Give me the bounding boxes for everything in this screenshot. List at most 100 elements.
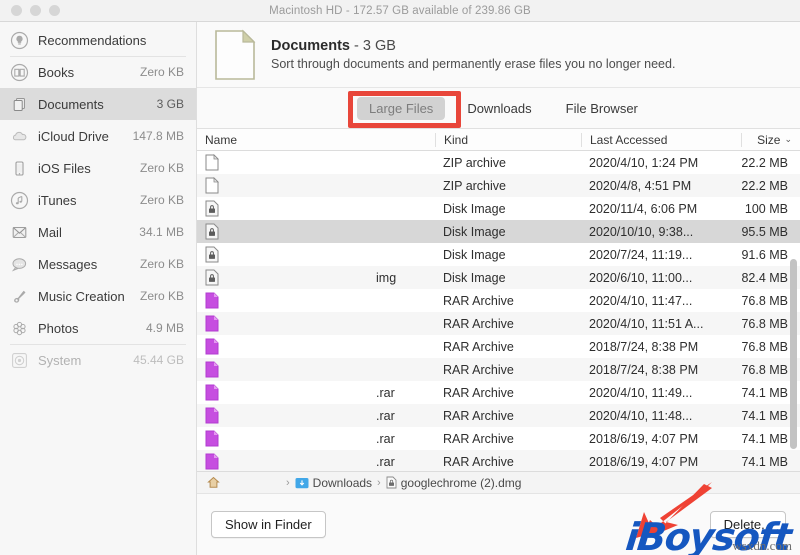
table-row[interactable]: Disk Image 2020/10/10, 9:38... 95.5 MB — [197, 220, 800, 243]
table-row[interactable]: RAR Archive 2020/4/10, 11:47... 76.8 MB — [197, 289, 800, 312]
rar-icon — [205, 453, 219, 470]
sidebar-item-messages[interactable]: Messages Zero KB — [0, 248, 196, 280]
cell-kind: Disk Image — [443, 224, 506, 239]
breadcrumb-home[interactable] — [207, 476, 220, 489]
window-body: Recommendations Books Zero KB Documents … — [0, 22, 800, 555]
sidebar-item-label: Books — [38, 64, 75, 80]
rar-icon — [205, 338, 219, 355]
breadcrumb-separator: › — [286, 476, 290, 489]
title-bar: Macintosh HD - 172.57 GB available of 23… — [0, 0, 800, 22]
table-row[interactable]: ZIP archive 2020/4/8, 4:51 PM 122.2 MB — [197, 174, 800, 197]
cell-name: .rar — [197, 407, 435, 424]
column-header-last-accessed[interactable]: Last Accessed — [581, 132, 741, 147]
sidebar-item-ios-files[interactable]: iOS Files Zero KB — [0, 152, 196, 184]
cell-kind: RAR Archive — [443, 431, 514, 446]
cell-name: .rar — [197, 384, 435, 401]
sidebar-item-label: Music Creation — [38, 288, 125, 304]
footer-bar: Show in Finder Delete... iBoysoft wsxdn.… — [197, 482, 800, 555]
chat-bubble-icon — [10, 255, 29, 274]
breadcrumb-downloads[interactable]: Downloads — [295, 476, 372, 490]
table-row[interactable]: .rar RAR Archive 2018/6/19, 4:07 PM 74.1 MB — [197, 427, 800, 450]
sidebar-item-label: iCloud Drive — [38, 128, 109, 144]
tab-file-browser[interactable]: File Browser — [554, 97, 650, 120]
cell-last-accessed: 2020/11/4, 6:06 PM — [589, 201, 698, 216]
sidebar-item-books[interactable]: Books Zero KB — [0, 56, 196, 88]
sidebar-item-photos[interactable]: Photos 4.9 MB — [0, 312, 196, 344]
sidebar-item-size: Zero KB — [139, 161, 184, 175]
doc-generic-icon — [205, 154, 219, 171]
table-row[interactable]: img Disk Image 2020/6/10, 11:00... 82.4 MB — [197, 266, 800, 289]
cell-name — [197, 315, 435, 332]
cell-kind: RAR Archive — [443, 362, 514, 377]
cell-size: 74.1 MB — [741, 454, 788, 469]
tab-downloads[interactable]: Downloads — [455, 97, 543, 120]
sidebar-item-recommendations[interactable]: Recommendations — [0, 24, 196, 56]
table-row[interactable]: .rar RAR Archive 2020/4/10, 11:48... 74.1 M… — [197, 404, 800, 427]
flower-icon — [10, 319, 29, 338]
cell-kind: RAR Archive — [443, 293, 514, 308]
sidebar-item-label: Photos — [38, 320, 79, 336]
column-header-kind[interactable]: Kind — [435, 132, 581, 147]
category-title: Documents - 3 GB — [271, 38, 675, 54]
table-row[interactable]: Disk Image 2020/7/24, 11:19... 91.6 MB — [197, 243, 800, 266]
main-panel: Documents - 3 GB Sort through documents … — [197, 22, 800, 555]
sidebar-item-label: Recommendations — [38, 32, 147, 48]
sidebar-item-size: 34.1 MB — [139, 225, 184, 239]
dmg-icon — [386, 476, 397, 489]
table-row[interactable]: ZIP archive 2020/4/10, 1:24 PM 122.2 MB — [197, 151, 800, 174]
category-header: Documents - 3 GB Sort through documents … — [197, 22, 800, 88]
doc-generic-icon — [205, 177, 219, 194]
table-row[interactable]: Disk Image 2020/11/4, 6:06 PM 100 MB — [197, 197, 800, 220]
cell-name — [197, 200, 435, 217]
sidebar-item-system: System 45.44 GB — [0, 344, 196, 376]
sidebar-item-mail[interactable]: Mail 34.1 MB — [0, 216, 196, 248]
cell-last-accessed: 2018/7/24, 8:38 PM — [589, 339, 699, 354]
rar-icon — [205, 315, 219, 332]
cell-kind: ZIP archive — [443, 155, 506, 170]
sidebar-item-size: 45.44 GB — [133, 353, 184, 367]
cell-name: .rar — [197, 430, 435, 447]
sidebar-item-icloud-drive[interactable]: iCloud Drive 147.8 MB — [0, 120, 196, 152]
sidebar: Recommendations Books Zero KB Documents … — [0, 22, 197, 555]
sidebar-item-size: 3 GB — [156, 97, 184, 111]
category-description: Sort through documents and permanently e… — [271, 57, 676, 71]
table-body[interactable]: ZIP archive2020/4/10, 1:24 PM122.2 MBZIP… — [197, 151, 800, 471]
file-table: Name Kind Last Accessed Size ⌄ ZIP archi… — [197, 129, 800, 471]
sidebar-divider — [10, 344, 186, 345]
gear-disc-icon — [10, 351, 29, 370]
rar-icon — [205, 407, 219, 424]
sidebar-item-size: Zero KB — [139, 289, 184, 303]
column-header-size-label: Size — [757, 132, 781, 147]
show-in-finder-button[interactable]: Show in Finder — [211, 511, 326, 538]
cell-name — [197, 361, 435, 378]
cell-kind: RAR Archive — [443, 454, 514, 469]
file-name-text: img — [376, 270, 397, 285]
category-text: Documents - 3 GB Sort through documents … — [271, 38, 675, 71]
sidebar-item-music-creation[interactable]: Music Creation Zero KB — [0, 280, 196, 312]
table-row[interactable]: RAR Archive 2018/7/24, 8:38 PM 76.8 MB — [197, 335, 800, 358]
table-row[interactable]: RAR Archive 2018/7/24, 8:38 PM 76.8 MB — [197, 358, 800, 381]
cell-last-accessed: 2018/6/19, 4:07 PM — [589, 431, 699, 446]
cell-name — [197, 246, 435, 263]
tab-large-files[interactable]: Large Files — [357, 96, 446, 120]
cell-name — [197, 223, 435, 240]
cell-size: 100 MB — [744, 201, 788, 216]
sidebar-item-label: Mail — [38, 224, 62, 240]
table-row[interactable]: .rar RAR Archive 2020/4/10, 11:49... 74.1 M… — [197, 381, 800, 404]
cell-last-accessed: 2020/6/10, 11:00... — [589, 270, 693, 285]
music-note-icon — [10, 191, 29, 210]
table-row[interactable]: .rar RAR Archive 2018/6/19, 4:07 PM 74.1 MB — [197, 450, 800, 471]
table-row[interactable]: RAR Archive 2020/4/10, 11:51 A... 76.8 MB — [197, 312, 800, 335]
cell-kind: RAR Archive — [443, 408, 514, 423]
phone-icon — [10, 159, 29, 178]
file-name-text: .rar — [376, 385, 395, 400]
column-header-name[interactable]: Name — [197, 133, 435, 147]
guitar-icon — [10, 287, 29, 306]
sidebar-item-documents[interactable]: Documents 3 GB — [0, 88, 196, 120]
column-header-size[interactable]: Size ⌄ — [741, 132, 800, 147]
breadcrumb-current-file[interactable]: googlechrome (2).dmg — [386, 476, 521, 490]
breadcrumb-redacted-segment — [225, 477, 281, 488]
sidebar-item-size: Zero KB — [139, 193, 184, 207]
sidebar-item-itunes[interactable]: iTunes Zero KB — [0, 184, 196, 216]
vertical-scrollbar[interactable] — [790, 259, 797, 449]
